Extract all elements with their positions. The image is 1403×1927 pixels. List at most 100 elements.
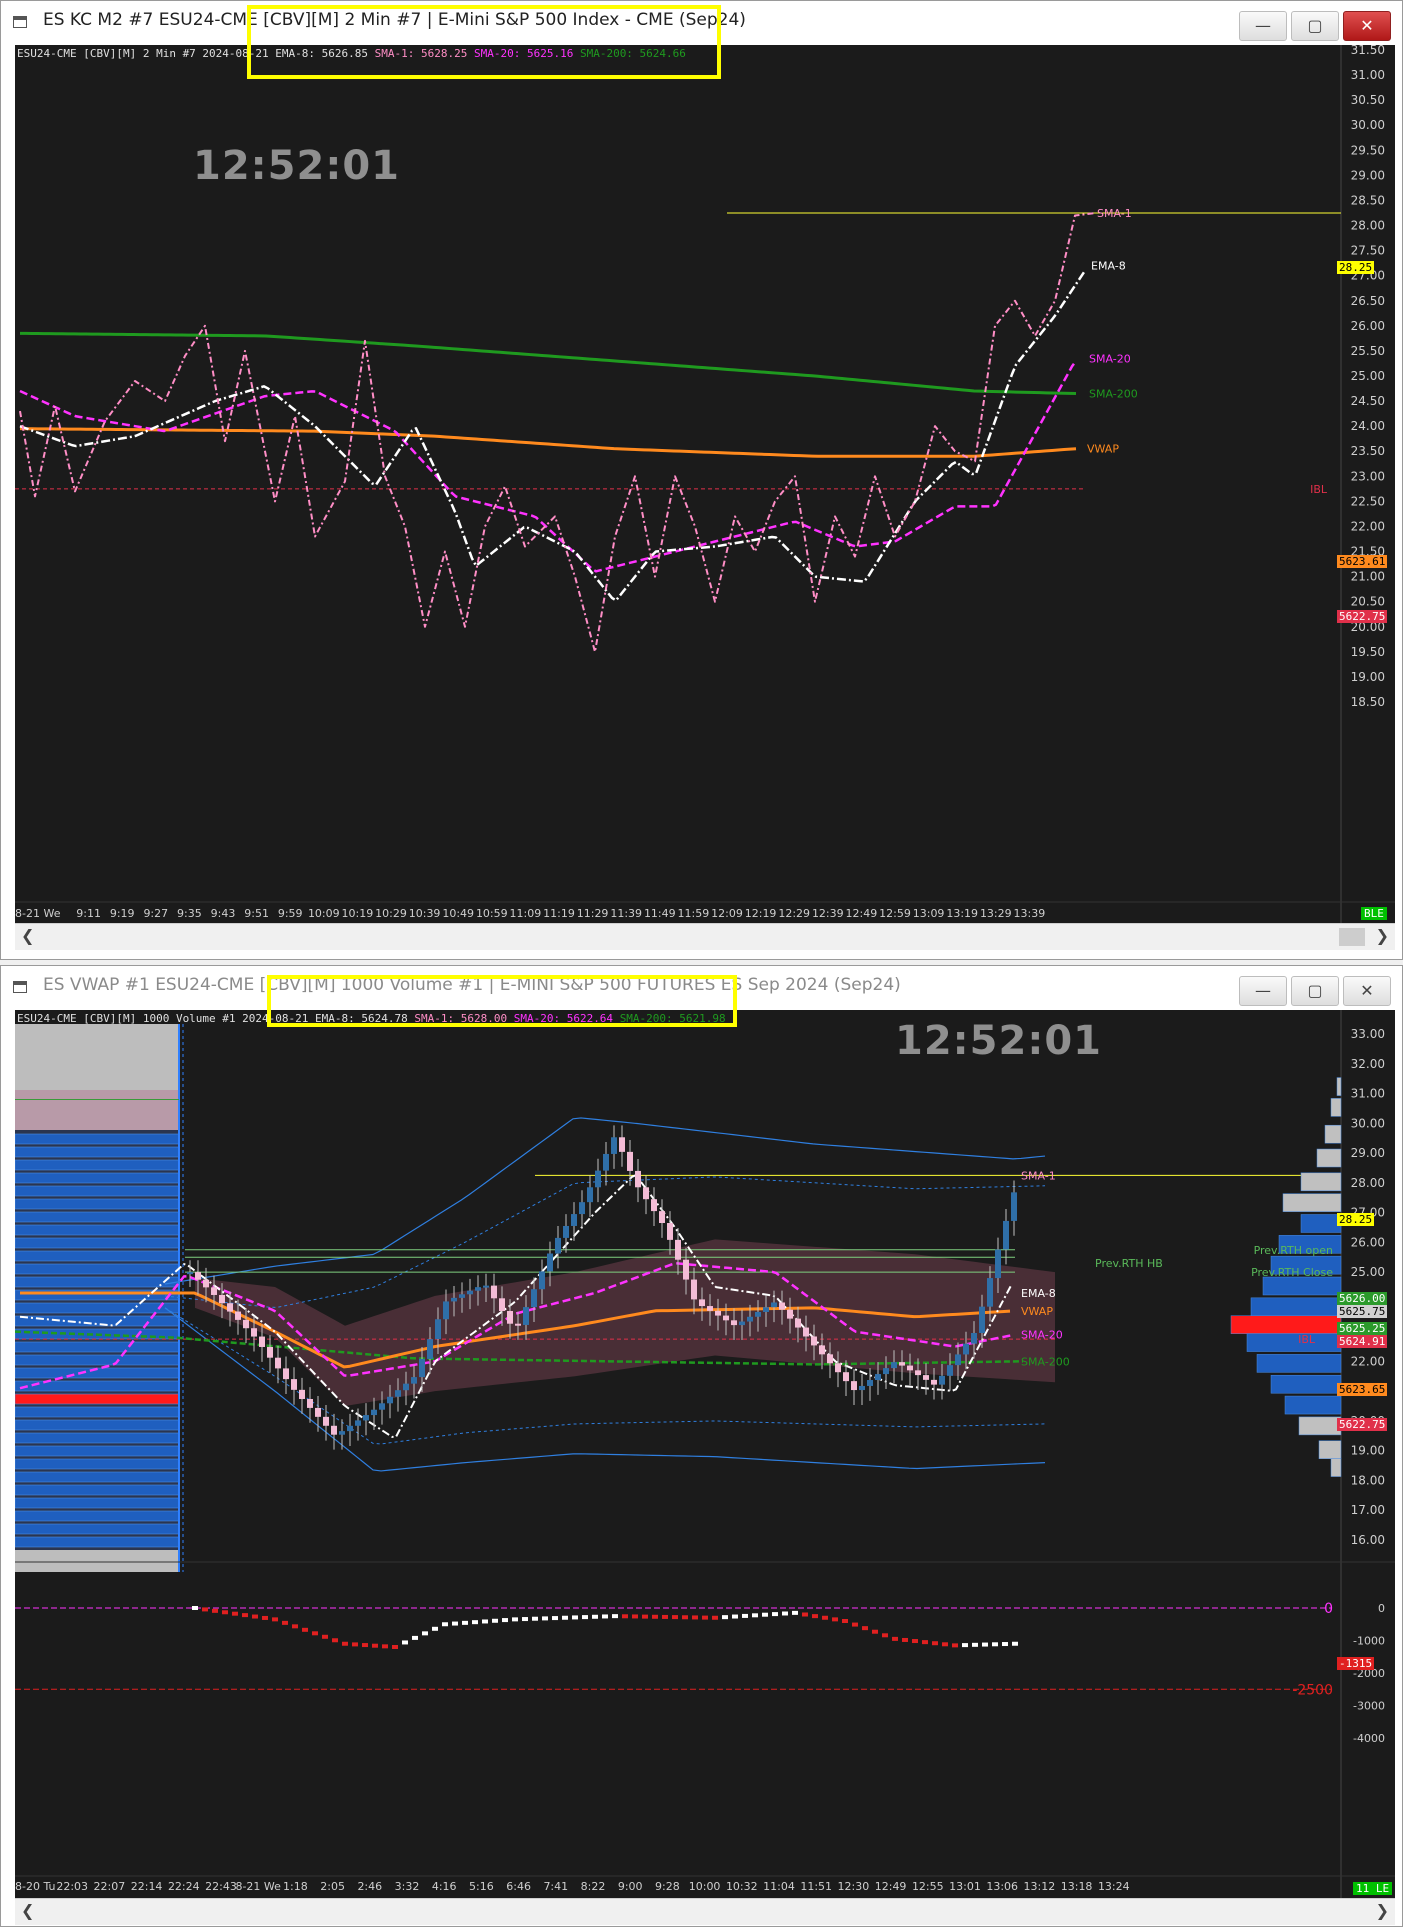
status-symbol: ESU24-CME [CBV][M] 1000 Volume #1 2024-0… [17, 1012, 309, 1025]
y-tick-label: 25.00 [1351, 369, 1385, 383]
candle-body [611, 1137, 617, 1154]
maximize-button[interactable]: ▢ [1291, 11, 1339, 41]
osc-bar [582, 1615, 588, 1620]
candle-body [835, 1363, 841, 1373]
osc-bar [462, 1620, 468, 1625]
x-tick-label: 9:11 [76, 907, 101, 920]
x-tick-label: 10:49 [442, 907, 474, 920]
close-button[interactable]: ✕ [1343, 11, 1391, 41]
profile-bar [15, 1497, 180, 1509]
osc-bar [732, 1614, 738, 1619]
candle-body [547, 1253, 553, 1272]
x-tick-label: 9:43 [211, 907, 236, 920]
candle-body [219, 1294, 225, 1304]
osc-bar [352, 1642, 358, 1647]
candle-body [971, 1332, 977, 1344]
osc-bar [842, 1619, 848, 1623]
top-status-badge: BLE [1361, 907, 1387, 920]
x-tick-label: 11:49 [644, 907, 676, 920]
profile-bar [15, 1185, 180, 1197]
osc-bar [592, 1614, 598, 1619]
y-tick-label: 31.00 [1351, 1087, 1385, 1101]
x-tick-label: 11:04 [763, 1880, 795, 1893]
x-tick-label: 12:59 [879, 907, 911, 920]
osc-bar [412, 1635, 418, 1640]
x-tick-label: 9:00 [618, 1880, 643, 1893]
y-tick-label: 18.00 [1351, 1473, 1385, 1487]
x-tick-label: 9:28 [655, 1880, 680, 1893]
osc-bar [222, 1610, 228, 1615]
candle-body [355, 1420, 361, 1426]
top-last-price-tag: 28.25 [1337, 261, 1375, 274]
bottom-chart-area[interactable]: 33.0032.0031.0030.0029.0028.0027.0026.00… [15, 1010, 1395, 1898]
y-tick-label: 22.00 [1351, 1354, 1385, 1368]
ema8-line [19, 271, 1086, 602]
bottom-horizontal-scrollbar[interactable]: ❮ ❯ [15, 1898, 1395, 1925]
sma200-label: SMA-200 [1089, 388, 1138, 401]
candle-body [667, 1223, 673, 1240]
sma200-label: SMA-200 [1021, 1355, 1070, 1368]
osc-bar [472, 1620, 478, 1625]
x-tick-label: 10:39 [409, 907, 441, 920]
candle-body [891, 1362, 897, 1369]
candle-body [907, 1365, 913, 1371]
profile-bar [15, 1419, 180, 1431]
close-button[interactable]: ✕ [1343, 976, 1391, 1006]
candle-body [899, 1362, 905, 1366]
top-chart-area[interactable]: 31.50 31.00 30.50 30.00 29.50 29.00 28.50 28.00… [15, 45, 1395, 923]
scroll-thumb[interactable] [1339, 928, 1365, 946]
minimize-button[interactable]: — [1239, 11, 1287, 41]
right-profile-bar [1318, 1440, 1342, 1459]
scroll-left-icon[interactable]: ❮ [21, 926, 34, 945]
scroll-left-icon[interactable]: ❮ [21, 1901, 34, 1920]
x-tick-label: 10:32 [726, 1880, 758, 1893]
scroll-right-icon[interactable]: ❯ [1376, 1901, 1389, 1920]
candle-body [523, 1307, 529, 1325]
osc-bar [452, 1621, 458, 1626]
minimize-button[interactable]: — [1239, 976, 1287, 1006]
x-tick-label: 10:00 [689, 1880, 721, 1893]
x-tick-label: 22:03 [56, 1880, 88, 1893]
y-tick-label: 23.00 [1351, 469, 1385, 483]
osc-bar [432, 1626, 438, 1631]
candle-body [363, 1415, 369, 1421]
candle-body [851, 1381, 857, 1391]
profile-bar [15, 1172, 180, 1184]
profile-bar [15, 1393, 180, 1405]
osc-bar [602, 1614, 608, 1619]
osc-bar [832, 1617, 838, 1622]
osc-bar [942, 1642, 948, 1647]
profile-bar [15, 1432, 180, 1444]
osc-bar [212, 1608, 218, 1613]
profile-bar [15, 1380, 180, 1392]
sma1-line [19, 212, 1096, 653]
osc-bar [302, 1627, 308, 1632]
osc-bar [802, 1612, 808, 1617]
x-tick-label: 6:46 [506, 1880, 531, 1893]
bottom-last-price-tag: 28.25 [1337, 1213, 1375, 1226]
candle-body [323, 1416, 329, 1426]
maximize-button[interactable]: ▢ [1291, 976, 1339, 1006]
osc-bar [202, 1607, 208, 1612]
sma1-label: SMA-1 [1021, 1169, 1056, 1182]
candle-body [771, 1302, 777, 1308]
y-tick-label: 27.50 [1351, 244, 1385, 258]
candle-body [843, 1372, 849, 1382]
osc-bar [192, 1606, 198, 1610]
prev-open-tag: 5626.00 [1337, 1292, 1388, 1305]
candle-body [483, 1285, 489, 1288]
osc-bar [242, 1613, 248, 1618]
osc-bar [682, 1615, 688, 1620]
candle-body [507, 1311, 513, 1324]
osc-tick-label: 0 [1378, 1602, 1385, 1615]
candle-body [883, 1368, 889, 1375]
right-profile-bar [1330, 1098, 1342, 1117]
osc-bar [402, 1640, 408, 1645]
top-horizontal-scrollbar[interactable]: ❮ ❯ [15, 923, 1395, 950]
top-clock: 12:52:01 [193, 143, 400, 189]
candle-body [963, 1343, 969, 1355]
scroll-right-icon[interactable]: ❯ [1376, 926, 1389, 945]
candle-body [923, 1375, 929, 1380]
osc-bar [262, 1615, 268, 1620]
y-tick-label: 20.50 [1351, 595, 1385, 609]
